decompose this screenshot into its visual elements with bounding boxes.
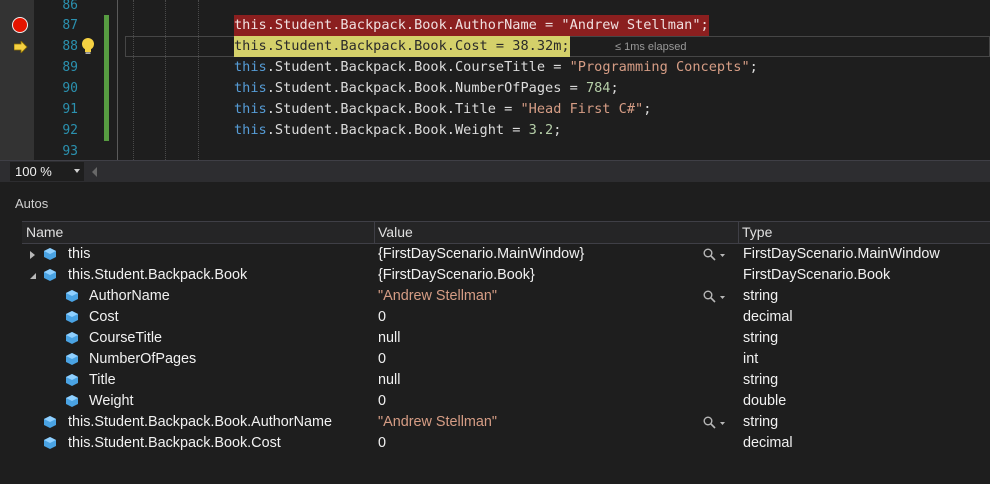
field-icon (44, 248, 56, 260)
line-number: 92 (62, 123, 78, 138)
cell-value[interactable]: 0 (378, 307, 386, 328)
column-header-type[interactable]: Type (738, 222, 772, 243)
line-number: 93 (62, 144, 78, 159)
line-number: 88 (62, 39, 78, 54)
code-statement[interactable]: this.Student.Backpack.Book.Title = "Head… (234, 99, 651, 120)
cell-type: string (743, 330, 779, 346)
table-row[interactable]: this.Student.Backpack.Book.AuthorName "A… (22, 412, 990, 433)
code-statement[interactable]: this.Student.Backpack.Book.AuthorName = … (234, 15, 709, 36)
cell-type: int (743, 351, 759, 367)
table-row[interactable]: NumberOfPages 0 int (22, 349, 990, 370)
current-statement-arrow-icon[interactable] (14, 41, 28, 53)
cell-name: CourseTitle (89, 330, 163, 346)
cell-value[interactable]: 0 (378, 391, 386, 412)
scroll-left-icon[interactable] (92, 167, 97, 177)
property-icon (66, 353, 78, 365)
table-row[interactable]: AuthorName "Andrew Stellman" string (22, 286, 990, 307)
change-indicator (104, 78, 109, 99)
code-line-current[interactable]: 88 this.Student.Backpack.Book.Cost = 38.… (0, 36, 990, 57)
change-indicator (104, 57, 109, 78)
line-number: 89 (62, 60, 78, 75)
code-statement[interactable]: this.Student.Backpack.Book.Cost = 38.32m… (234, 36, 570, 57)
visualizer-magnifier-icon[interactable] (703, 290, 725, 304)
visualizer-magnifier-icon[interactable] (703, 416, 725, 430)
code-line[interactable]: 86 (0, 0, 990, 16)
change-indicator (104, 15, 109, 36)
cell-value[interactable]: null (378, 328, 400, 349)
table-row[interactable]: this.Student.Backpack.Book.Cost 0 decima… (22, 433, 990, 454)
code-statement[interactable]: this.Student.Backpack.Book.Weight = 3.2; (234, 120, 561, 141)
property-icon (66, 374, 78, 386)
editor-status-bar: 100 % (0, 160, 990, 182)
autos-panel-header: Autos (0, 194, 990, 216)
cell-name: AuthorName (89, 288, 170, 304)
chevron-down-icon[interactable] (74, 169, 80, 173)
cell-value[interactable]: "Andrew Stellman" (378, 286, 497, 307)
change-indicator (104, 120, 109, 141)
cell-value[interactable]: {FirstDayScenario.MainWindow} (378, 244, 584, 265)
property-icon (44, 437, 56, 449)
cell-value[interactable]: {FirstDayScenario.Book} (378, 265, 535, 286)
property-icon (66, 290, 78, 302)
change-indicator (104, 99, 109, 120)
code-editor[interactable]: 86 87 this.Student.Backpack.Book.AuthorN… (0, 0, 990, 160)
code-line[interactable]: 91 this.Student.Backpack.Book.Title = "H… (0, 99, 990, 120)
column-header-value[interactable]: Value (374, 222, 413, 243)
code-line[interactable]: 90 this.Student.Backpack.Book.NumberOfPa… (0, 78, 990, 99)
column-header-name[interactable]: Name (22, 222, 63, 243)
property-icon (66, 332, 78, 344)
cell-value[interactable]: null (378, 370, 400, 391)
code-line[interactable]: 93 (0, 141, 990, 160)
cell-value[interactable]: 0 (378, 349, 386, 370)
code-statement[interactable]: this.Student.Backpack.Book.CourseTitle =… (234, 57, 758, 78)
table-row[interactable]: this.Student.Backpack.Book {FirstDayScen… (22, 265, 990, 286)
code-line[interactable]: 89 this.Student.Backpack.Book.CourseTitl… (0, 57, 990, 78)
change-indicator (104, 36, 109, 57)
panel-title: Autos (15, 196, 49, 211)
line-number: 86 (62, 0, 78, 13)
cell-name: Weight (89, 393, 134, 409)
grid-header: Name Value Type (22, 221, 990, 244)
zoom-dropdown[interactable]: 100 % (10, 162, 84, 181)
lightbulb-icon[interactable] (80, 37, 96, 55)
perf-tip-elapsed[interactable]: ≤ 1ms elapsed (615, 40, 686, 54)
cell-name: Cost (89, 309, 119, 325)
cell-type: double (743, 393, 787, 409)
property-icon (66, 311, 78, 323)
code-line[interactable]: 92 this.Student.Backpack.Book.Weight = 3… (0, 120, 990, 141)
table-row[interactable]: Weight 0 double (22, 391, 990, 412)
cell-name: this.Student.Backpack.Book.AuthorName (68, 414, 332, 430)
cell-type: string (743, 372, 779, 388)
cell-type: string (743, 414, 779, 430)
line-number: 90 (62, 81, 78, 96)
breakpoint-icon[interactable] (12, 17, 28, 33)
cell-name: this (68, 246, 91, 262)
cell-name: this.Student.Backpack.Book (68, 267, 248, 283)
cell-type: FirstDayScenario.MainWindow (743, 246, 940, 262)
table-row[interactable]: this {FirstDayScenario.MainWindow} First… (22, 244, 990, 265)
cell-name: NumberOfPages (89, 351, 197, 367)
table-row[interactable]: CourseTitle null string (22, 328, 990, 349)
table-row[interactable]: Title null string (22, 370, 990, 391)
cell-name: Title (89, 372, 116, 388)
cell-value[interactable]: "Andrew Stellman" (378, 412, 497, 433)
cell-name: this.Student.Backpack.Book.Cost (68, 435, 281, 451)
line-number: 87 (62, 18, 78, 33)
property-icon (66, 395, 78, 407)
table-row[interactable]: Cost 0 decimal (22, 307, 990, 328)
zoom-level: 100 % (15, 164, 52, 179)
code-line-breakpoint[interactable]: 87 this.Student.Backpack.Book.AuthorName… (0, 15, 990, 36)
visualizer-magnifier-icon[interactable] (703, 248, 725, 262)
property-icon (44, 416, 56, 428)
code-statement[interactable]: this.Student.Backpack.Book.NumberOfPages… (234, 78, 619, 99)
field-icon (44, 269, 56, 281)
cell-type: FirstDayScenario.Book (743, 267, 891, 283)
expand-arrow-icon[interactable] (30, 251, 35, 259)
cell-type: string (743, 288, 779, 304)
line-number: 91 (62, 102, 78, 117)
cell-value[interactable]: 0 (378, 433, 386, 454)
cell-type: decimal (743, 435, 793, 451)
cell-type: decimal (743, 309, 793, 325)
collapse-arrow-icon[interactable] (30, 273, 36, 279)
